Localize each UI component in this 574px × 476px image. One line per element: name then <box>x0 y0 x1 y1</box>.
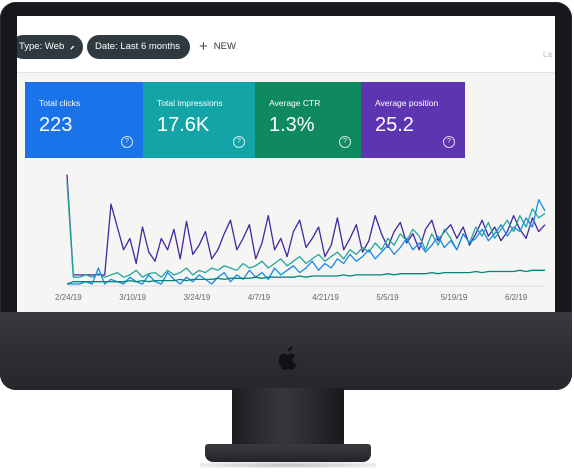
metric-value: 1.3% <box>269 114 315 136</box>
new-filter-label: NEW <box>213 41 236 52</box>
monitor-stand-base <box>205 444 371 462</box>
metric-label: Total impressions <box>157 98 223 108</box>
performance-chart: 2/24/19 3/10/19 3/24/19 4/7/19 4/21/19 5/5/19… <box>17 166 555 312</box>
x-tick-label: 4/21/19 <box>312 293 339 302</box>
x-tick-label: 5/19/19 <box>441 293 468 302</box>
metric-value: 223 <box>39 114 73 136</box>
series-line-1 <box>66 174 546 276</box>
x-tick-label: 3/10/19 <box>119 293 146 302</box>
metric-card-average-position[interactable]: Average position 25.2 ? <box>361 82 465 158</box>
metric-cards: Total clicks 223 ? Total impressions 17.… <box>25 82 465 158</box>
date-filter-chip[interactable]: Date: Last 6 months <box>87 35 190 59</box>
edit-pencil-icon[interactable] <box>70 43 75 52</box>
metric-label: Average CTR <box>269 98 321 108</box>
monitor-stand-neck <box>232 388 344 448</box>
type-filter-label: Type: Web <box>19 41 65 52</box>
metric-value: 17.6K <box>157 114 210 136</box>
metric-card-total-clicks[interactable]: Total clicks 223 ? <box>25 82 143 158</box>
x-tick-label: 6/2/19 <box>505 293 528 302</box>
help-icon[interactable]: ? <box>233 136 245 148</box>
screen: Type: Web Date: Last 6 months + NEW La T… <box>17 16 555 312</box>
x-tick-label: 3/24/19 <box>184 293 211 302</box>
help-icon[interactable]: ? <box>443 136 455 148</box>
series-line-2 <box>66 181 546 278</box>
x-tick-label: 2/24/19 <box>55 293 82 302</box>
metric-label: Average position <box>375 98 439 108</box>
metric-card-total-impressions[interactable]: Total impressions 17.6K ? <box>143 82 255 158</box>
x-tick-label: 5/5/19 <box>376 293 399 302</box>
plus-icon: + <box>199 38 208 55</box>
filter-toolbar: Type: Web Date: Last 6 months + NEW La <box>17 16 555 73</box>
type-filter-chip[interactable]: Type: Web <box>17 35 83 59</box>
line-chart: 2/24/19 3/10/19 3/24/19 4/7/19 4/21/19 5/5/19… <box>55 174 546 302</box>
metric-label: Total clicks <box>39 98 81 108</box>
x-tick-label: 4/7/19 <box>248 293 271 302</box>
stand-shadow <box>200 462 376 468</box>
help-icon[interactable]: ? <box>121 136 133 148</box>
metric-value: 25.2 <box>375 114 414 136</box>
help-icon[interactable]: ? <box>339 136 351 148</box>
metric-card-average-ctr[interactable]: Average CTR 1.3% ? <box>255 82 361 158</box>
new-filter-button[interactable]: + NEW <box>199 38 236 56</box>
date-filter-label: Date: Last 6 months <box>95 41 181 52</box>
apple-logo-icon <box>278 346 297 370</box>
toolbar-edge-text: La <box>543 50 552 59</box>
